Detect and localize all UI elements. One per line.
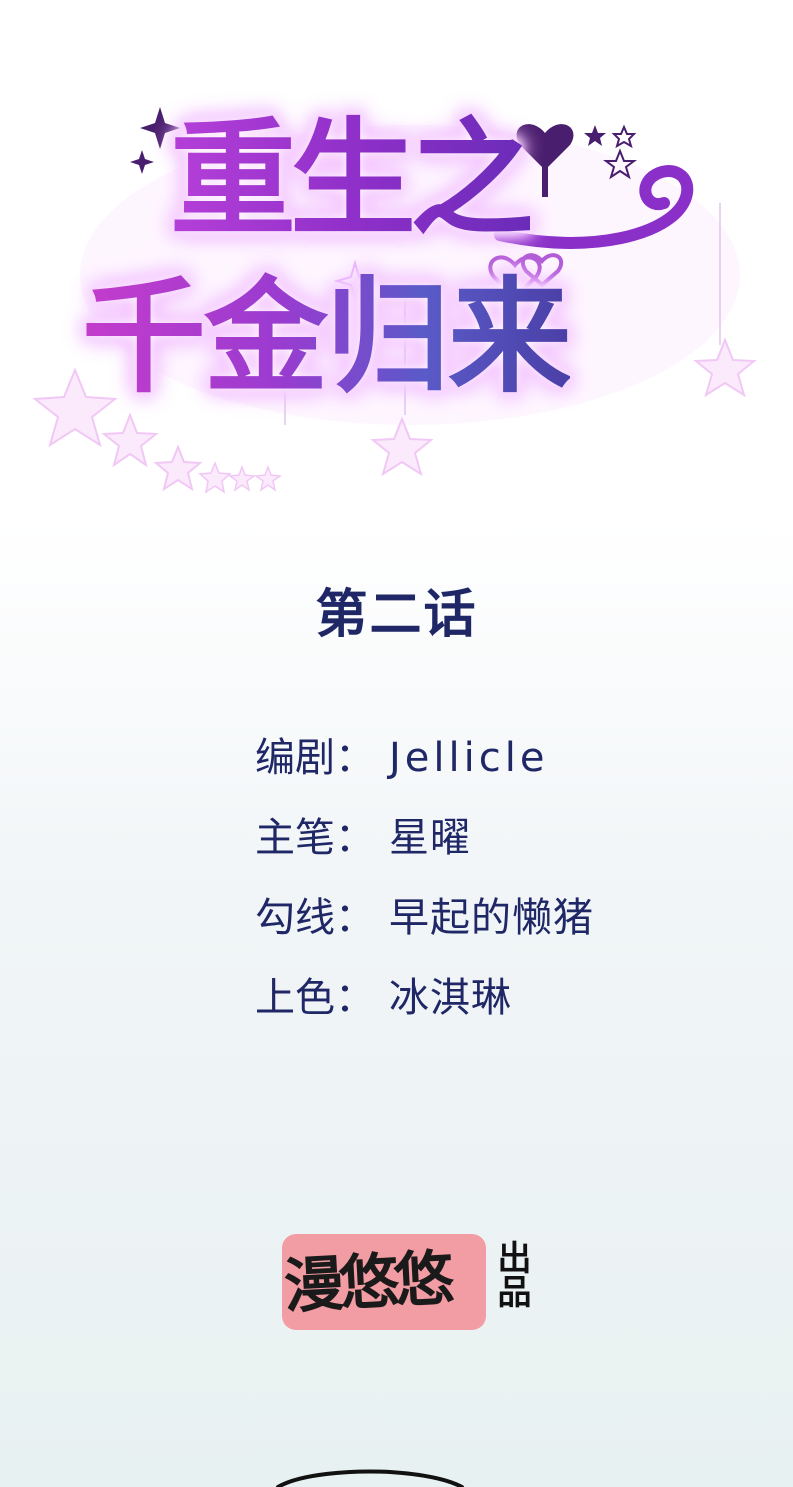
credit-row-lineart: 勾线： 早起的懒猪 — [255, 890, 775, 970]
star-icon — [693, 337, 757, 398]
title-line-2: 千金归来 — [82, 263, 572, 413]
credit-label: 上色： — [255, 975, 375, 1021]
credit-value: 早起的懒猪 — [389, 895, 594, 941]
title-logo: 重生之 千金归来 — [30, 85, 770, 505]
publisher-name: 漫悠悠 — [282, 1243, 451, 1323]
publisher-logo: 漫悠悠 出品 — [282, 1230, 532, 1334]
credits-list: 编剧： Jellicle 主笔： 星曜 勾线： 早起的懒猪 上色： 冰淇琳 — [255, 730, 775, 1050]
credit-value: 冰淇琳 — [389, 975, 512, 1021]
credit-row-lead-artist: 主笔： 星曜 — [255, 810, 775, 890]
sparkle-icon — [130, 150, 154, 174]
star-icon — [153, 444, 203, 492]
chapter-title: 第二话 — [315, 585, 478, 645]
star-icon — [101, 412, 159, 468]
bottom-outline — [276, 1469, 464, 1487]
star-icon — [370, 416, 434, 477]
credit-label: 主笔： — [255, 815, 375, 861]
credit-row-writer: 编剧： Jellicle — [255, 730, 775, 810]
credit-value: 星曜 — [389, 815, 471, 861]
star-icon — [227, 464, 257, 492]
credit-label: 编剧： — [255, 735, 375, 781]
title-line-1: 重生之 — [170, 106, 536, 253]
star-icon — [253, 464, 283, 492]
credit-row-coloring: 上色： 冰淇琳 — [255, 970, 775, 1050]
star-icon — [198, 460, 232, 494]
credit-label: 勾线： — [255, 895, 375, 941]
star-icon — [584, 125, 606, 146]
star-icon — [611, 124, 637, 149]
publisher-suffix: 出品 — [491, 1240, 531, 1308]
credit-value: Jellicle — [389, 735, 549, 781]
